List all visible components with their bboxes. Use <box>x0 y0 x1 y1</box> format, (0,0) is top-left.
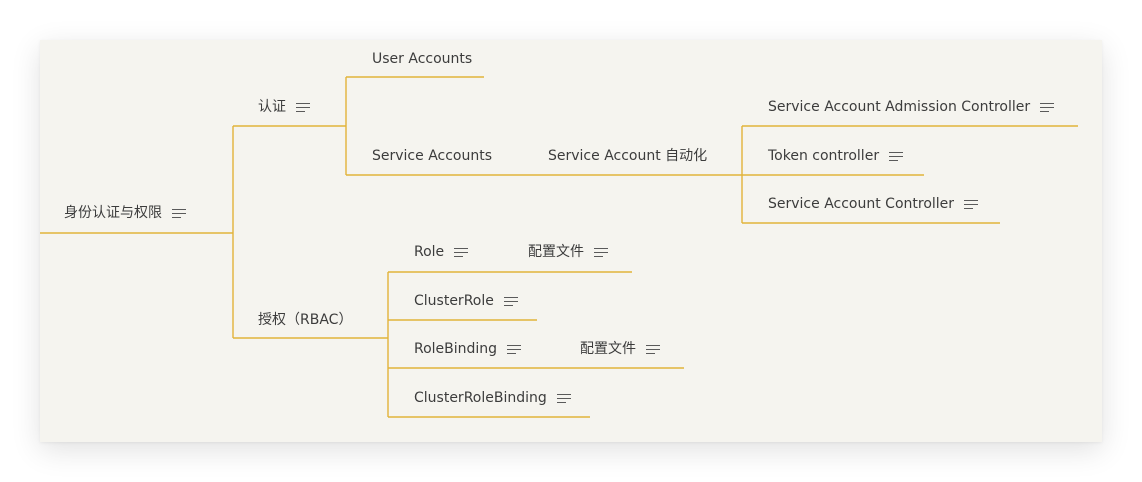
node-auth-label: 认证 <box>258 99 286 115</box>
node-rolebinding-label: RoleBinding <box>414 341 498 357</box>
node-token-controller[interactable]: Token controller <box>768 146 904 166</box>
node-role-label: Role <box>414 244 445 260</box>
node-auth[interactable]: 认证 <box>258 97 310 117</box>
node-clusterrole-label: ClusterRole <box>414 293 494 309</box>
node-sa-automation[interactable]: Service Account 自动化 <box>548 146 707 166</box>
node-role[interactable]: Role <box>414 242 469 262</box>
node-service-accounts[interactable]: Service Accounts <box>372 146 492 166</box>
node-sa-admission-controller[interactable]: Service Account Admission Controller <box>768 97 1055 117</box>
note-lines-icon[interactable] <box>507 344 522 355</box>
node-rolebinding[interactable]: RoleBinding <box>414 339 522 359</box>
note-lines-icon[interactable] <box>296 102 310 113</box>
node-root[interactable]: 身份认证与权限 <box>64 203 186 223</box>
note-lines-icon[interactable] <box>454 247 469 258</box>
mindmap-canvas: 身份认证与权限 认证 User Accounts Service Account… <box>40 40 1102 442</box>
note-lines-icon[interactable] <box>594 247 608 258</box>
node-rolebinding-config[interactable]: 配置文件 <box>580 339 660 359</box>
node-rolebinding-config-label: 配置文件 <box>580 341 636 357</box>
node-user-accounts-label: User Accounts <box>372 51 473 67</box>
note-lines-icon[interactable] <box>503 296 518 307</box>
note-lines-icon[interactable] <box>889 151 904 162</box>
node-clusterrolebinding[interactable]: ClusterRoleBinding <box>414 388 571 408</box>
node-clusterrolebinding-label: ClusterRoleBinding <box>414 390 547 406</box>
node-rbac[interactable]: 授权（RBAC） <box>258 310 352 330</box>
node-sa-automation-label: Service Account 自动化 <box>548 148 708 164</box>
node-sa-controller[interactable]: Service Account Controller <box>768 194 979 214</box>
node-rbac-label: 授权（RBAC） <box>258 312 353 328</box>
node-sa-admission-label: Service Account Admission Controller <box>768 99 1031 115</box>
node-sa-controller-label: Service Account Controller <box>768 196 955 212</box>
note-lines-icon[interactable] <box>964 199 979 210</box>
note-lines-icon[interactable] <box>172 208 186 219</box>
node-root-label: 身份认证与权限 <box>64 205 162 221</box>
node-token-controller-label: Token controller <box>768 148 880 164</box>
note-lines-icon[interactable] <box>646 344 660 355</box>
note-lines-icon[interactable] <box>556 393 571 404</box>
node-user-accounts[interactable]: User Accounts <box>372 49 472 69</box>
node-role-config-label: 配置文件 <box>528 244 584 260</box>
note-lines-icon[interactable] <box>1040 102 1055 113</box>
node-clusterrole[interactable]: ClusterRole <box>414 291 518 311</box>
node-service-accounts-label: Service Accounts <box>372 148 493 164</box>
node-role-config[interactable]: 配置文件 <box>528 242 608 262</box>
